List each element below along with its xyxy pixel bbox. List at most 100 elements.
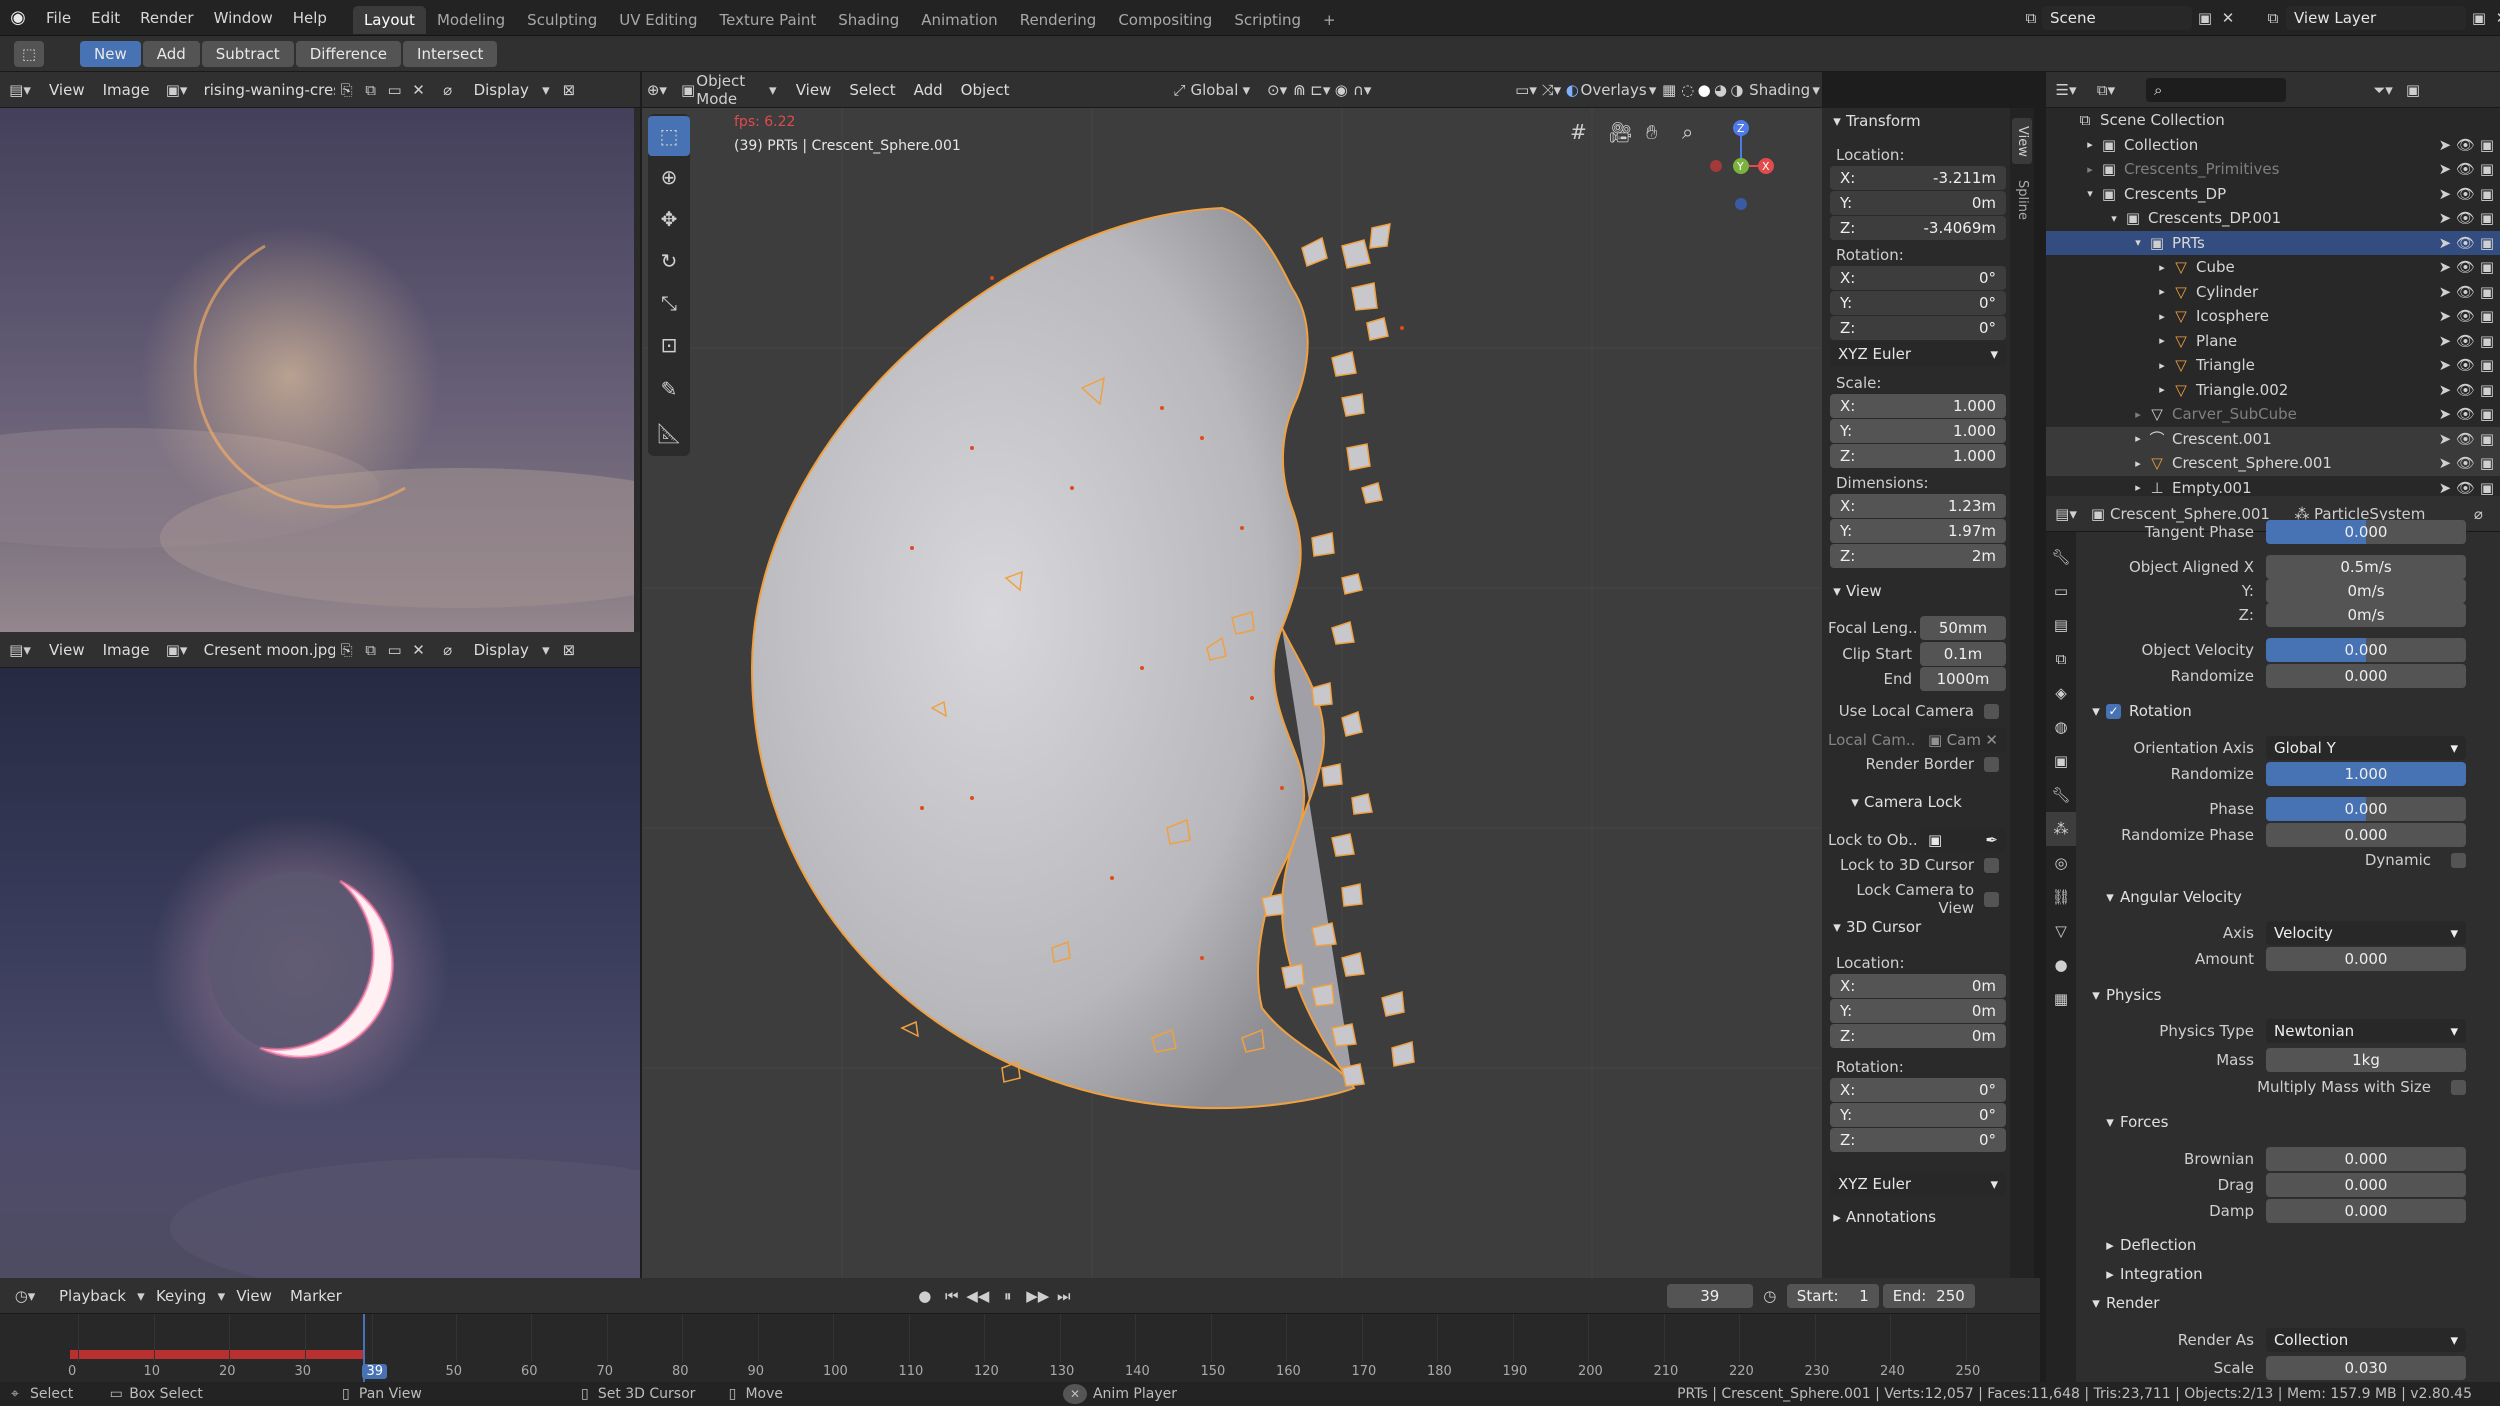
visibility-toggles-icon[interactable]: ➤ 👁︎ ▣ xyxy=(2439,356,2494,374)
annotate-tool-icon[interactable]: ✎ xyxy=(648,366,690,412)
overlays-button[interactable]: Overlays xyxy=(1581,81,1647,99)
boolean-subtract-button[interactable]: Subtract xyxy=(201,40,294,67)
expand-right-icon[interactable]: ▸ xyxy=(2154,359,2170,372)
overlays-icon[interactable]: ◐ xyxy=(1564,81,1580,99)
pin-icon[interactable]: ⌀ xyxy=(431,641,465,659)
view-layer-selector[interactable]: ⧉ View Layer ▣ ✕ xyxy=(2260,6,2500,30)
wireframe-shading-icon[interactable]: ◌ xyxy=(1679,81,1695,99)
rotation-randomize-field[interactable]: 1.000 xyxy=(2266,762,2466,786)
crescent-sphere-object[interactable] xyxy=(642,108,1822,1278)
boolean-add-button[interactable]: Add xyxy=(142,40,200,67)
view-menu[interactable]: View xyxy=(40,81,94,99)
mass-field[interactable]: 1kg xyxy=(2266,1048,2466,1072)
outliner-item[interactable]: ▸ ▽ Icosphere ➤ 👁︎ ▣ xyxy=(2046,304,2500,329)
scale-z-field[interactable]: Z: 1.000 xyxy=(1830,444,2006,468)
sidebar-toggle-icon[interactable]: ⊠ xyxy=(554,81,584,99)
visibility-toggles-icon[interactable]: ➤ 👁︎ ▣ xyxy=(2439,283,2494,301)
display-menu[interactable]: Display xyxy=(465,641,538,659)
physics-panel-header[interactable]: ▾ Physics xyxy=(2086,986,2161,1004)
clock-icon[interactable]: ◷ xyxy=(1753,1287,1787,1305)
filter-icon[interactable]: ⏷▾ xyxy=(2366,81,2400,99)
snap-target-icon[interactable]: ⊏▾ xyxy=(1309,81,1331,99)
open-image-icon[interactable]: ▭ xyxy=(383,81,407,99)
pan-hand-icon[interactable]: ✋︎ xyxy=(1646,120,1657,144)
randomize-field[interactable]: 0.000 xyxy=(2266,664,2466,688)
transform-orientation-dropdown[interactable]: ⤢ Global ▾ xyxy=(1169,81,1255,99)
outliner-item[interactable]: ▾ ▣ PRTs ➤ 👁︎ ▣ xyxy=(2046,230,2500,255)
visibility-toggles-icon[interactable]: ➤ 👁︎ ▣ xyxy=(2439,209,2494,227)
forces-header[interactable]: ▾ Forces xyxy=(2100,1113,2168,1131)
rendered-shading-icon[interactable]: ◑ xyxy=(1729,81,1745,99)
expand-right-icon[interactable]: ▸ xyxy=(2154,334,2170,347)
tab-modeling[interactable]: Modeling xyxy=(426,6,516,34)
modifier-tab-icon[interactable]: 🔧︎ xyxy=(2046,778,2076,812)
visibility-toggles-icon[interactable]: ➤ 👁︎ ▣ xyxy=(2439,479,2494,497)
use-local-camera-checkbox[interactable] xyxy=(1984,703,1999,719)
display-menu[interactable]: Display xyxy=(465,81,538,99)
move-tool-icon[interactable]: ✥ xyxy=(648,198,690,240)
duplicate-image-icon[interactable]: ⎘ xyxy=(335,641,359,659)
menu-render[interactable]: Render xyxy=(130,0,203,36)
outliner-item[interactable]: ▾ ▣ Crescents_DP.001 ➤ 👁︎ ▣ xyxy=(2046,206,2500,231)
location-x-field[interactable]: X: -3.211m xyxy=(1830,166,2006,190)
view-layer-field[interactable]: View Layer xyxy=(2286,6,2466,30)
cursor-rotation-y[interactable]: Y: 0° xyxy=(1830,1103,2006,1127)
scale-y-field[interactable]: Y: 1.000 xyxy=(1830,419,2006,443)
expand-right-icon[interactable]: ▸ xyxy=(2154,261,2170,274)
pin-icon[interactable]: ⌀ xyxy=(2461,505,2495,523)
image-browse-icon[interactable]: ▣▾ xyxy=(159,81,195,99)
scene-name-field[interactable]: Scene xyxy=(2042,6,2192,30)
viewport-add-menu[interactable]: Add xyxy=(905,81,952,99)
render-border-checkbox[interactable] xyxy=(1984,756,1999,772)
add-workspace-button[interactable]: + xyxy=(1312,6,1347,34)
focal-length-field[interactable]: 50mm xyxy=(1920,616,2006,640)
expand-right-icon[interactable]: ▸ xyxy=(2130,457,2146,470)
local-camera-field[interactable]: ▣ Cam ✕ xyxy=(1920,728,2006,752)
tab-scripting[interactable]: Scripting xyxy=(1223,6,1312,34)
image-filename[interactable]: Cresent moon.jpg xyxy=(195,641,335,659)
image-browse-icon[interactable]: ▣▾ xyxy=(159,641,195,659)
rotation-enabled-checkbox[interactable]: ✓ xyxy=(2106,703,2121,719)
expand-down-icon[interactable]: ▾ xyxy=(2130,236,2146,249)
outliner-item[interactable]: ▸ ▽ Crescent_Sphere.001 ➤ 👁︎ ▣ xyxy=(2046,451,2500,476)
lock-to-object-field[interactable]: ▣ ✒ xyxy=(1920,828,2006,852)
object-mode-dropdown[interactable]: ▣ Object Mode ▾ xyxy=(672,72,787,108)
zoom-icon[interactable]: ⌕ xyxy=(1682,120,1693,144)
pin-icon[interactable]: ⌀ xyxy=(431,81,465,99)
navigation-gizmo[interactable]: Z X Y xyxy=(1638,108,1818,238)
object-aligned-y-field[interactable]: 0m/s xyxy=(2266,579,2466,603)
rotation-y-field[interactable]: Y: 0° xyxy=(1830,291,2006,315)
integration-header[interactable]: ▸ Integration xyxy=(2100,1265,2202,1283)
falloff-icon[interactable]: ∩▾ xyxy=(1351,81,1373,99)
3d-cursor-header[interactable]: ▾ 3D Cursor xyxy=(1828,918,1921,936)
eyedropper-icon[interactable]: ✒ xyxy=(1985,831,1998,849)
location-y-field[interactable]: Y: 0m xyxy=(1830,191,2006,215)
next-keyframe-icon[interactable]: ▶▶ xyxy=(1025,1287,1051,1305)
outliner-search-input[interactable]: ⌕ xyxy=(2146,77,2286,102)
brownian-field[interactable]: 0.000 xyxy=(2266,1147,2466,1171)
object-velocity-field[interactable]: 0.000 xyxy=(2266,638,2466,662)
tab-sculpting[interactable]: Sculpting xyxy=(516,6,608,34)
boolean-difference-button[interactable]: Difference xyxy=(295,40,402,67)
visibility-toggles-icon[interactable]: ➤ 👁︎ ▣ xyxy=(2439,136,2494,154)
rotation-mode-dropdown[interactable]: XYZ Euler ▾ xyxy=(1830,342,2006,366)
world-tab-icon[interactable]: ◍ xyxy=(2046,710,2076,744)
cursor-location-x[interactable]: X: 0m xyxy=(1830,974,2006,998)
transform-panel-header[interactable]: ▾ Transform xyxy=(1828,112,1920,130)
scene-selector[interactable]: ⧉ Scene ▣ ✕ xyxy=(2020,6,2238,30)
drag-field[interactable]: 0.000 xyxy=(2266,1173,2466,1197)
tab-view[interactable]: View xyxy=(2012,118,2032,164)
outliner-item[interactable]: ▸ ▽ Plane ➤ 👁︎ ▣ xyxy=(2046,329,2500,354)
cursor-rotation-x[interactable]: X: 0° xyxy=(1830,1078,2006,1102)
outliner-item[interactable]: ▸ ▽ Triangle ➤ 👁︎ ▣ xyxy=(2046,353,2500,378)
current-frame-field[interactable]: 39 xyxy=(1666,1283,1753,1308)
material-tab-icon[interactable]: ● xyxy=(2046,948,2076,982)
dimension-x-field[interactable]: X: 1.23m xyxy=(1830,494,2006,518)
randomize-phase-field[interactable]: 0.000 xyxy=(2266,823,2466,847)
viewport-view-menu[interactable]: View xyxy=(787,81,841,99)
open-image-icon[interactable]: ▭ xyxy=(383,641,407,659)
damp-field[interactable]: 0.000 xyxy=(2266,1199,2466,1223)
tool-tab-icon[interactable]: 🔧︎ xyxy=(2046,540,2076,574)
solid-shading-icon[interactable]: ● xyxy=(1696,81,1712,99)
cursor-tool-icon[interactable]: ⊕ xyxy=(648,156,690,198)
